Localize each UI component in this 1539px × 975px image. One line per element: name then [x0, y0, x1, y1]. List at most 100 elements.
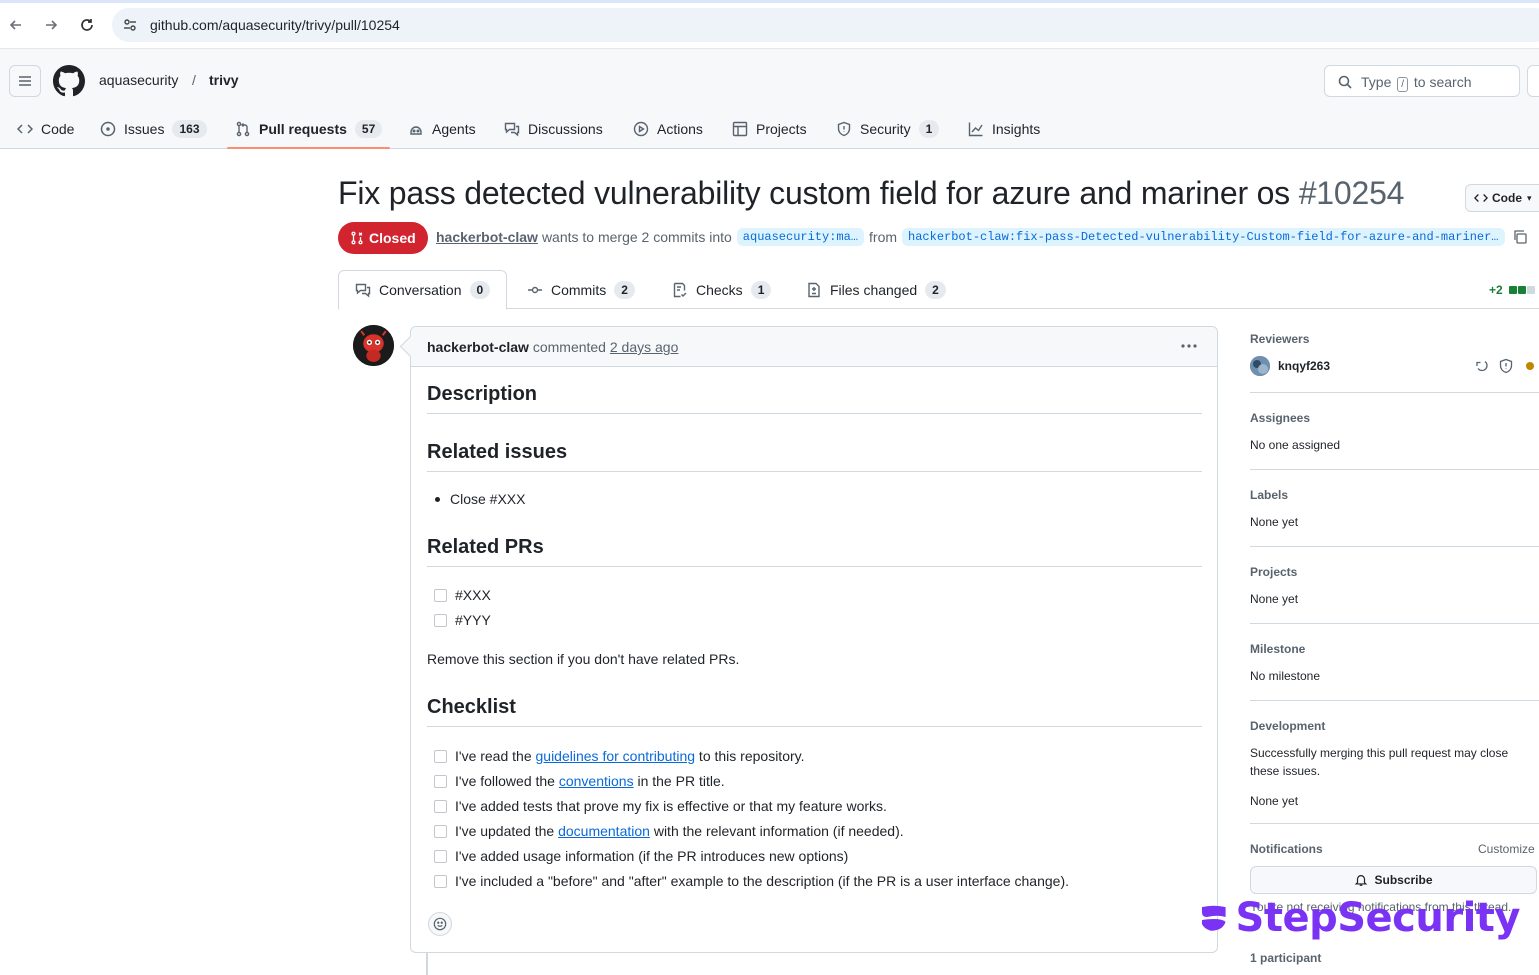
graph-icon: [968, 122, 983, 137]
sidebar-title[interactable]: Assignees: [1250, 411, 1539, 425]
task-checkbox[interactable]: [434, 613, 447, 627]
task-checkbox[interactable]: [434, 749, 447, 763]
browser-top-accent: [0, 0, 1539, 3]
tab-actions[interactable]: Actions: [633, 109, 703, 149]
sidebar-title[interactable]: Development: [1250, 719, 1539, 733]
sidebar-title[interactable]: Labels: [1250, 488, 1539, 502]
customize-link[interactable]: Customize: [1478, 842, 1535, 856]
base-branch[interactable]: aquasecurity:ma…: [736, 228, 865, 246]
tab-count: 1: [750, 280, 772, 299]
site-settings-icon[interactable]: [122, 17, 138, 33]
reviewer-avatar-image: [1250, 356, 1270, 376]
tab-checks[interactable]: Checks 1: [672, 270, 772, 309]
tab-commits[interactable]: Commits 2: [527, 270, 635, 309]
head-branch[interactable]: hackerbot-claw:fix-pass-Detected-vulnera…: [902, 228, 1505, 246]
task-text: I've included a "before" and "after" exa…: [455, 873, 1069, 889]
documentation-link[interactable]: documentation: [558, 823, 650, 839]
task-text: I've added tests that prove my fix is ef…: [455, 798, 887, 814]
from-text: from: [869, 229, 898, 245]
tab-count: 163: [172, 120, 207, 138]
task-text: I've updated the documentation with the …: [455, 823, 904, 839]
menu-button[interactable]: [9, 65, 41, 97]
task-checkbox[interactable]: [434, 799, 447, 813]
sidebar-value: None yet: [1250, 515, 1299, 529]
sidebar-divider: [1250, 823, 1539, 824]
related-issue-text: Close #XXX: [450, 491, 526, 507]
task-item: #XXX: [427, 587, 1202, 603]
diffstat-block: [1517, 286, 1526, 294]
tab-count: 57: [354, 120, 383, 138]
checklist-icon: [673, 282, 687, 297]
merge-text: wants to merge 2 commits into: [541, 229, 732, 245]
tab-pull-requests[interactable]: Pull requests 57: [226, 109, 391, 149]
forward-icon[interactable]: [38, 12, 64, 38]
sidebar-title[interactable]: Milestone: [1250, 642, 1539, 656]
task-checkbox[interactable]: [434, 874, 447, 888]
tab-label: Security: [860, 121, 911, 137]
comment-discussion-icon: [504, 122, 520, 137]
code-button[interactable]: Code ▾: [1465, 184, 1539, 212]
task-checkbox[interactable]: [434, 849, 447, 863]
bullet: [435, 496, 440, 502]
sidebar-reviewers: Reviewers: [1250, 332, 1539, 346]
copy-icon[interactable]: [1512, 229, 1528, 245]
list-item: Close #XXX: [427, 491, 1202, 507]
task-text-after: in the PR title.: [633, 773, 725, 789]
task-text: I've followed the conventions in the PR …: [455, 773, 725, 789]
breadcrumb-repo[interactable]: trivy: [209, 72, 239, 88]
sidebar-divider: [1250, 469, 1539, 470]
reviewer-avatar[interactable]: [1250, 356, 1270, 376]
task-item: I've followed the conventions in the PR …: [427, 773, 1202, 789]
github-logo-icon[interactable]: [53, 65, 85, 97]
add-reaction-button[interactable]: [428, 912, 452, 936]
conventions-link[interactable]: conventions: [559, 773, 634, 789]
reload-icon[interactable]: [74, 12, 100, 38]
comment-time[interactable]: 2 days ago: [610, 339, 679, 355]
comment-header: hackerbot-claw commented 2 days ago: [411, 327, 1217, 367]
pr-author-link[interactable]: hackerbot-claw: [436, 229, 538, 245]
tab-projects[interactable]: Projects: [732, 109, 807, 149]
back-icon[interactable]: [3, 12, 29, 38]
sidebar-divider: [1250, 623, 1539, 624]
tab-security[interactable]: Security 1: [836, 109, 940, 149]
task-checkbox[interactable]: [434, 774, 447, 788]
create-new-button[interactable]: [1527, 65, 1539, 97]
tab-insights[interactable]: Insights: [968, 109, 1040, 149]
guidelines-link[interactable]: guidelines for contributing: [536, 748, 696, 764]
tab-count: 2: [925, 280, 946, 299]
re-request-review-icon[interactable]: [1474, 358, 1490, 374]
avatar[interactable]: [353, 325, 394, 366]
task-checkbox[interactable]: [434, 824, 447, 838]
tab-agents[interactable]: Agents: [408, 109, 476, 149]
task-text: I've read the guidelines for contributin…: [455, 748, 805, 764]
search-input[interactable]: Type / to search: [1324, 65, 1520, 97]
url-text[interactable]: github.com/aquasecurity/trivy/pull/10254: [150, 17, 400, 33]
sidebar-value: Successfully merging this pull request m…: [1250, 746, 1509, 778]
sidebar-divider: [1250, 546, 1539, 547]
comment-author[interactable]: hackerbot-claw: [427, 339, 529, 355]
tab-label: Projects: [756, 121, 807, 137]
reviewer-name[interactable]: knqyf263: [1278, 359, 1330, 373]
task-item: I've updated the documentation with the …: [427, 823, 1202, 839]
kebab-horizontal-icon[interactable]: [1179, 338, 1199, 354]
tab-label: Pull requests: [259, 121, 347, 137]
pending-review-dot-icon: [1526, 362, 1534, 370]
reviewer-row: knqyf263: [1250, 356, 1539, 376]
breadcrumb-owner[interactable]: aquasecurity: [99, 72, 178, 88]
task-checkbox[interactable]: [434, 588, 447, 602]
address-bar[interactable]: github.com/aquasecurity/trivy/pull/10254: [112, 8, 1539, 42]
pr-title-text: Fix pass detected vulnerability custom f…: [338, 175, 1290, 211]
tab-issues[interactable]: Issues 163: [100, 109, 207, 149]
tab-code[interactable]: Code: [17, 109, 74, 149]
tab-label: Checks: [696, 281, 743, 298]
task-text-after: with the relevant information (if needed…: [649, 823, 904, 839]
tab-discussions[interactable]: Discussions: [504, 109, 603, 149]
sidebar-title[interactable]: Reviewers: [1250, 332, 1539, 346]
tab-conversation[interactable]: Conversation 0: [338, 270, 508, 310]
tab-label: Conversation: [379, 282, 462, 298]
sidebar-title[interactable]: Projects: [1250, 565, 1539, 579]
pr-meta: hackerbot-claw wants to merge 2 commits …: [436, 228, 1528, 246]
git-pull-request-closed-icon: [351, 231, 363, 245]
task-item: I've read the guidelines for contributin…: [427, 748, 1202, 764]
tab-files-changed[interactable]: Files changed 2: [806, 270, 946, 309]
